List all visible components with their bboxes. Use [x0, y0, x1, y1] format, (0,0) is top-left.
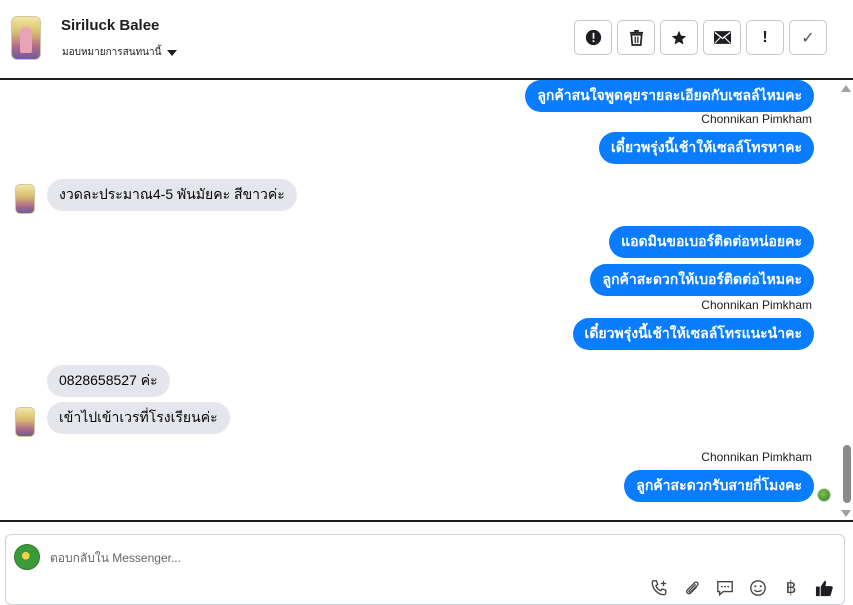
contact-mini-avatar	[15, 184, 35, 214]
baht-icon[interactable]: ฿	[781, 578, 801, 598]
scroll-down-arrow-icon[interactable]	[841, 510, 851, 517]
incoming-message[interactable]: เข้าไปเข้าเวรที่โรงเรียนค่ะ	[47, 402, 230, 434]
like-icon[interactable]	[814, 578, 834, 598]
star-icon	[671, 30, 687, 45]
scrollbar[interactable]	[840, 80, 853, 520]
sender-label: Chonnikan Pimkham	[701, 298, 812, 312]
contact-avatar[interactable]	[11, 16, 41, 60]
scrollbar-thumb[interactable]	[843, 445, 851, 503]
outgoing-message[interactable]: ลูกค้าสนใจพูดคุยรายละเอียดกับเซลล์ไหมคะ	[525, 80, 814, 112]
composer-tools: ฿	[649, 578, 834, 598]
conversation-header: Siriluck Balee มอบหมายการสนทนานี้ ! ✓	[0, 0, 853, 80]
attachment-icon[interactable]	[682, 578, 702, 598]
incoming-message[interactable]: 0828658527 ค่ะ	[47, 365, 170, 397]
emoji-icon[interactable]	[748, 578, 768, 598]
check-icon: ✓	[801, 29, 815, 47]
page-avatar	[14, 544, 40, 570]
caret-down-icon	[167, 49, 178, 56]
assign-label: มอบหมายการสนทนานี้	[62, 47, 162, 58]
outgoing-message[interactable]: เดี๋ยวพรุ่งนี้เช้าให้เซลล์โทรแนะนำคะ	[572, 318, 814, 350]
scroll-up-arrow-icon[interactable]	[841, 85, 851, 92]
saved-reply-icon[interactable]	[715, 578, 735, 598]
report-button[interactable]	[574, 20, 612, 55]
header-actions: ! ✓	[574, 20, 827, 55]
assign-conversation-dropdown[interactable]: มอบหมายการสนทนานี้	[62, 45, 178, 60]
reply-box[interactable]: ฿	[5, 534, 845, 605]
composer-area: ฿	[0, 520, 853, 605]
incoming-message[interactable]: งวดละประมาณ4-5 พันมัยคะ สีขาวค่ะ	[47, 179, 297, 211]
delete-button[interactable]	[617, 20, 655, 55]
spam-button[interactable]: !	[746, 20, 784, 55]
outgoing-message[interactable]: เดี๋ยวพรุ่งนี้เช้าให้เซลล์โทรหาคะ	[599, 132, 814, 164]
outgoing-message[interactable]: แอดมินขอเบอร์ติดต่อหน่อยคะ	[609, 226, 814, 258]
seen-indicator-avatar	[817, 488, 831, 502]
message-thread[interactable]: ลูกค้าสนใจพูดคุยรายละเอียดกับเซลล์ไหมคะ …	[0, 80, 853, 520]
done-button[interactable]: ✓	[789, 20, 827, 55]
envelope-icon	[713, 31, 731, 44]
trash-icon	[629, 30, 643, 46]
mail-button[interactable]	[703, 20, 741, 55]
star-button[interactable]	[660, 20, 698, 55]
outgoing-message[interactable]: ลูกค้าสะดวกให้เบอร์ติดต่อไหมคะ	[590, 264, 814, 296]
outgoing-message[interactable]: ลูกค้าสะดวกรับสายกี่โมงคะ	[624, 470, 814, 502]
sender-label: Chonnikan Pimkham	[701, 112, 812, 126]
exclamation-icon: !	[762, 28, 768, 46]
alert-circle-icon	[585, 29, 601, 46]
reply-input[interactable]	[50, 551, 550, 565]
call-icon[interactable]	[649, 578, 669, 598]
contact-name[interactable]: Siriluck Balee	[61, 17, 159, 34]
sender-label: Chonnikan Pimkham	[701, 450, 812, 464]
contact-mini-avatar	[15, 407, 35, 437]
